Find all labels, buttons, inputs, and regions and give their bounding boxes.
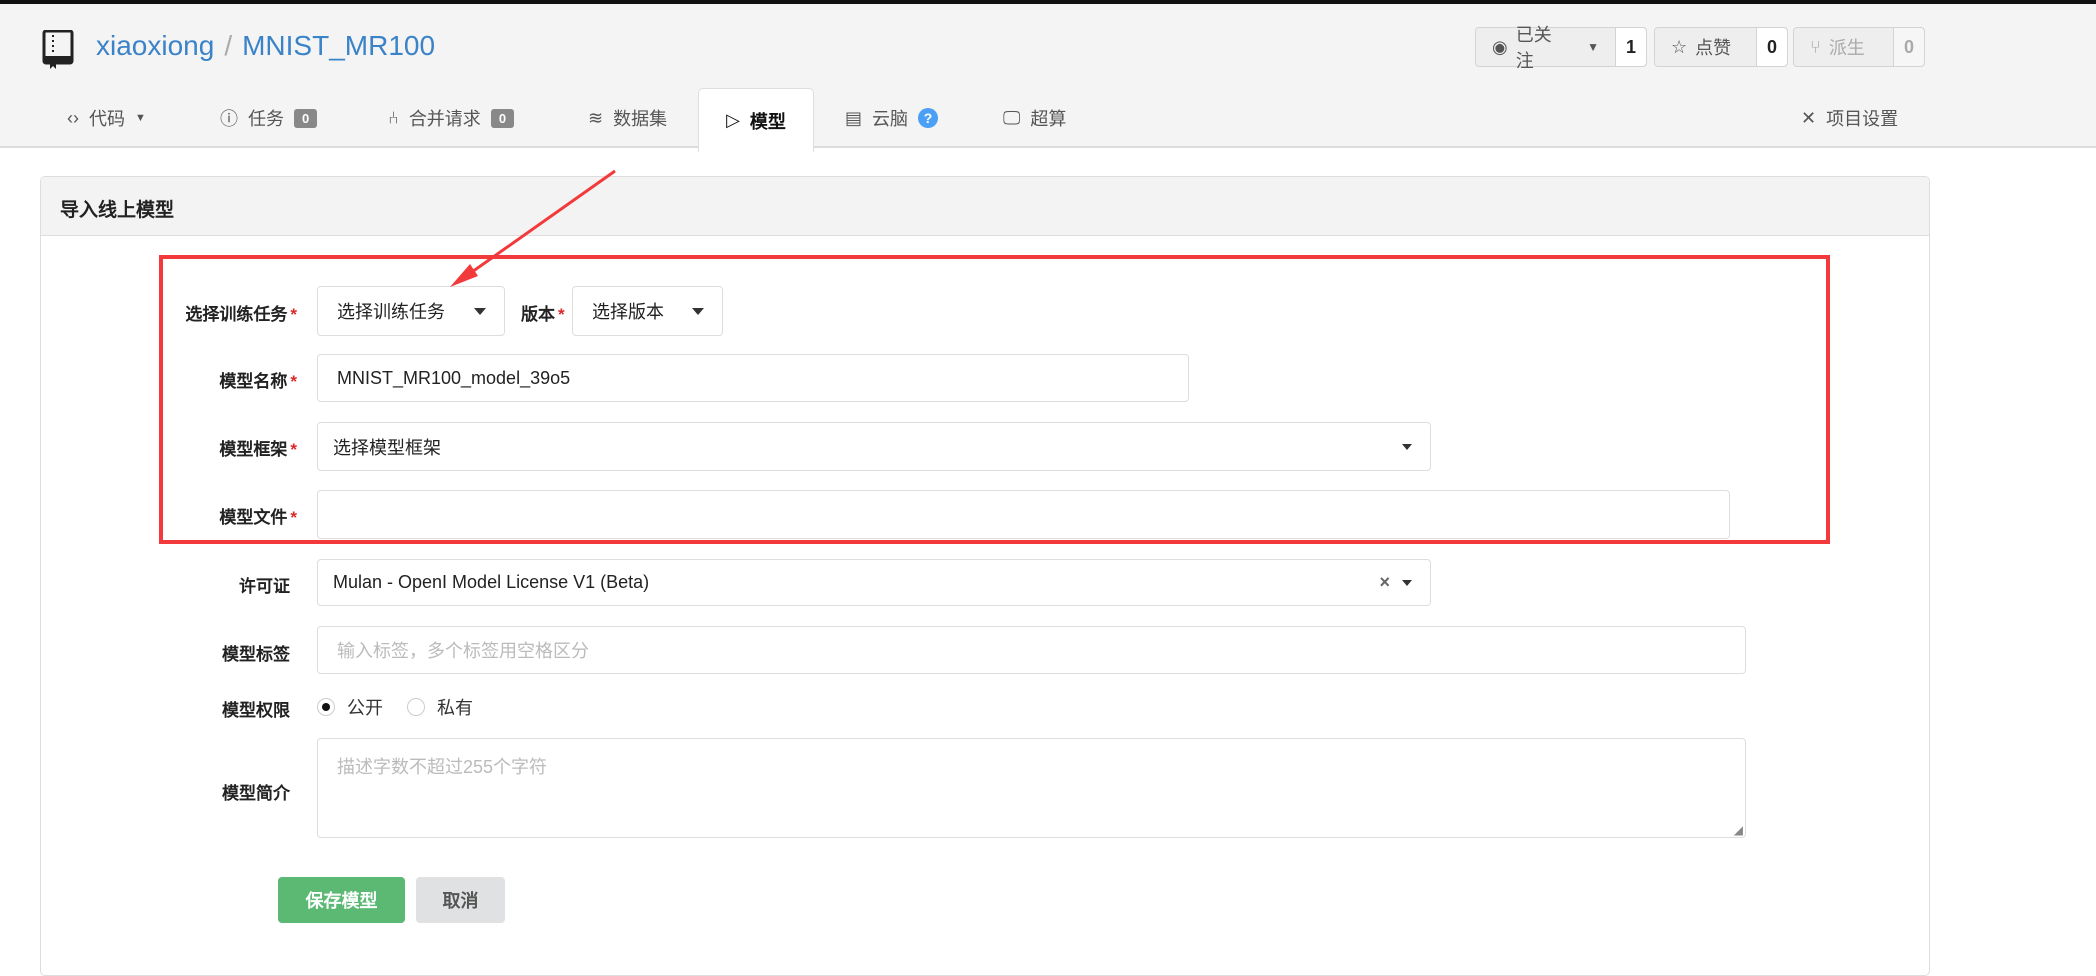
clear-icon[interactable]: ×: [1379, 572, 1390, 593]
public-label[interactable]: 公开: [347, 694, 383, 720]
public-radio[interactable]: [317, 698, 335, 716]
cancel-button[interactable]: 取消: [416, 877, 505, 923]
private-label[interactable]: 私有: [437, 694, 473, 720]
tags-input[interactable]: 输入标签，多个标签用空格区分: [317, 626, 1746, 674]
license-select[interactable]: Mulan - OpenI Model License V1 (Beta) ×: [317, 559, 1431, 606]
private-radio[interactable]: [407, 698, 425, 716]
permission-radio-group: 公开 私有: [317, 694, 473, 720]
save-model-button[interactable]: 保存模型: [278, 877, 405, 923]
license-label: 许可证: [239, 577, 290, 596]
caret-down-icon: [1402, 579, 1412, 586]
permission-label: 模型权限: [222, 701, 290, 720]
description-textarea[interactable]: 描述字数不超过255个字符 ◢: [317, 738, 1746, 838]
tags-label: 模型标签: [222, 645, 290, 664]
resize-handle-icon[interactable]: ◢: [1734, 823, 1743, 837]
description-label: 模型简介: [222, 784, 290, 803]
